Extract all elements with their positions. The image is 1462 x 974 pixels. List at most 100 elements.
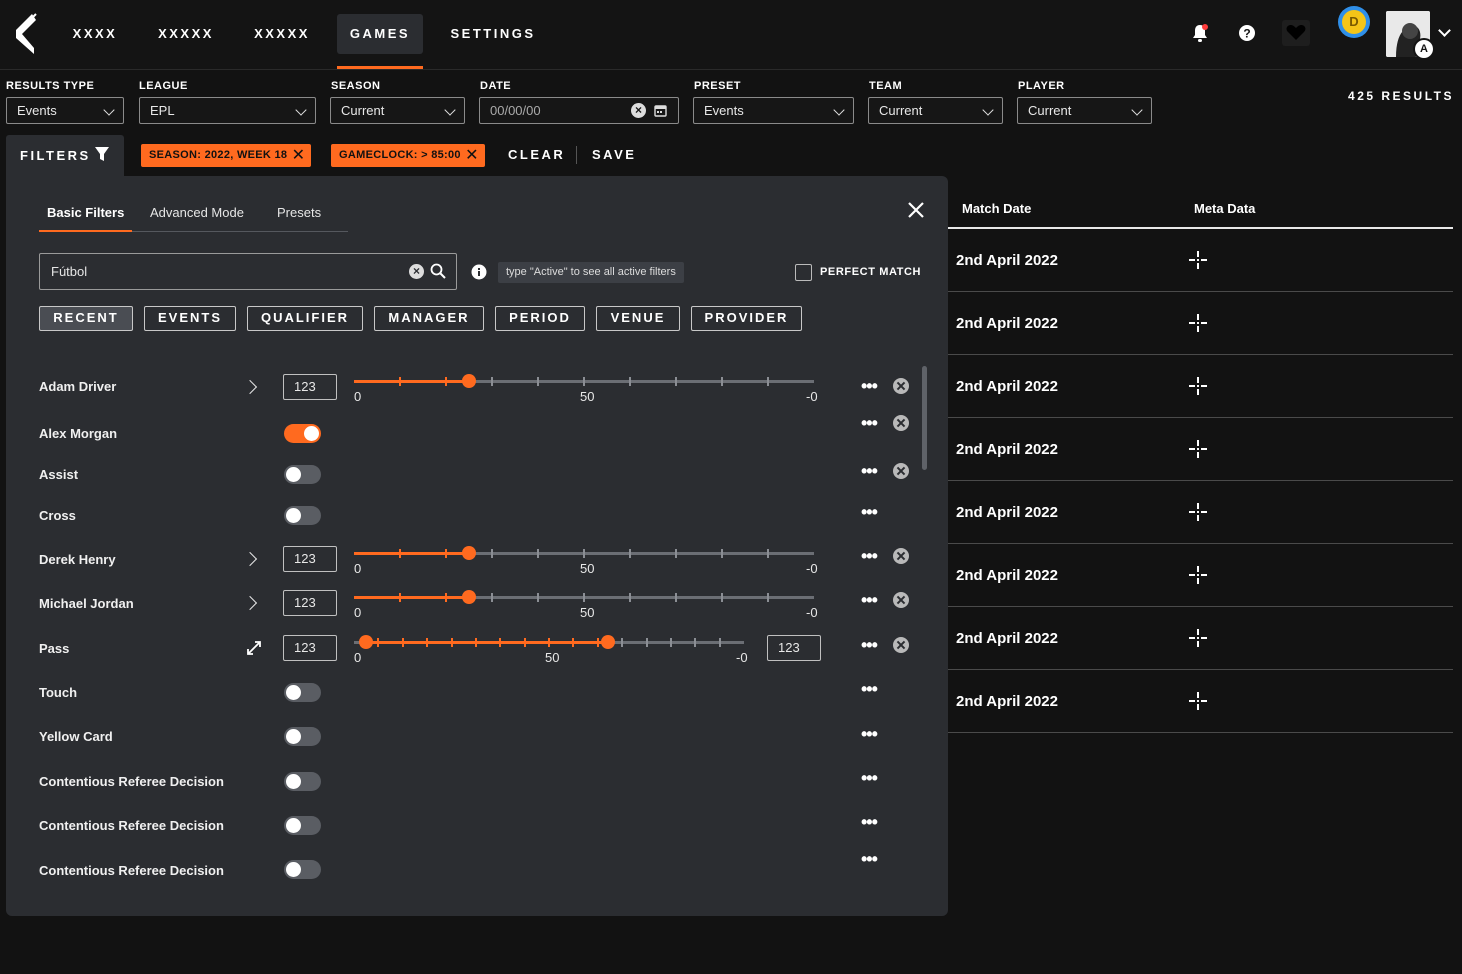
slider-thumb[interactable]: [462, 590, 476, 604]
slider-tick: [523, 638, 526, 647]
filter-toggle[interactable]: [284, 816, 321, 835]
table-header-divider: [948, 227, 1453, 229]
filter-search-input[interactable]: Fútbol: [39, 253, 457, 290]
close-icon[interactable]: [904, 198, 928, 222]
chevron-down-icon: [295, 104, 307, 116]
category-provider[interactable]: PROVIDER: [691, 306, 802, 331]
more-options-icon[interactable]: •••: [861, 503, 878, 521]
slider-thumb[interactable]: [462, 546, 476, 560]
results-type-label: RESULTS TYPE: [6, 80, 95, 92]
filter-value-input[interactable]: 123: [283, 590, 337, 616]
date-input[interactable]: 00/00/00: [479, 97, 679, 124]
metadata-crosshair-icon[interactable]: [1188, 439, 1208, 459]
tab-basic-filters[interactable]: Basic Filters: [47, 205, 124, 220]
notification-bell-icon[interactable]: [1190, 22, 1210, 44]
active-filter-chip-season[interactable]: SEASON: 2022, WEEK 18 ✕: [141, 144, 312, 167]
slider-tick: [629, 593, 631, 602]
info-icon[interactable]: [471, 264, 487, 280]
coin-icon[interactable]: D: [1338, 6, 1370, 38]
slider-tick: [401, 638, 404, 647]
filters-tab[interactable]: FILTERS: [6, 135, 124, 177]
slider-thumb-low[interactable]: [358, 635, 373, 649]
more-options-icon[interactable]: •••: [861, 769, 878, 787]
category-recent[interactable]: RECENT: [39, 306, 133, 331]
remove-filter-icon[interactable]: [893, 548, 909, 564]
results-type-select[interactable]: Events: [6, 97, 124, 124]
active-filter-chip-gameclock[interactable]: GAMECLOCK: > 85:00 ✕: [331, 144, 485, 167]
nav-item-settings[interactable]: SETTINGS: [443, 14, 543, 54]
panel-scrollbar[interactable]: [922, 366, 927, 470]
filter-toggle[interactable]: [284, 424, 321, 443]
more-options-icon[interactable]: •••: [861, 462, 878, 480]
metadata-crosshair-icon[interactable]: [1188, 376, 1208, 396]
nav-item-games[interactable]: GAMES: [337, 14, 423, 54]
metadata-crosshair-icon[interactable]: [1188, 502, 1208, 522]
category-events[interactable]: EVENTS: [144, 306, 236, 331]
clear-date-icon[interactable]: ×: [631, 103, 646, 118]
tab-presets[interactable]: Presets: [277, 205, 321, 220]
calendar-icon[interactable]: [654, 104, 667, 117]
column-header-meta-data[interactable]: Meta Data: [1194, 201, 1255, 216]
category-qualifier[interactable]: QUALIFIER: [247, 306, 363, 331]
filter-toggle[interactable]: [284, 506, 321, 525]
slider-min-label: 0: [354, 605, 362, 620]
more-options-icon[interactable]: •••: [861, 680, 878, 698]
expand-icon[interactable]: [246, 640, 262, 656]
category-venue[interactable]: VENUE: [596, 306, 680, 331]
more-options-icon[interactable]: •••: [861, 414, 878, 432]
clear-filters-button[interactable]: CLEAR: [508, 147, 565, 162]
remove-filter-icon[interactable]: [893, 378, 909, 394]
more-options-icon[interactable]: •••: [861, 547, 878, 565]
nav-item-2[interactable]: XXXXX: [150, 14, 222, 54]
remove-filter-icon[interactable]: [893, 637, 909, 653]
league-select[interactable]: EPL: [139, 97, 316, 124]
tab-advanced-mode[interactable]: Advanced Mode: [150, 205, 244, 220]
nav-item-3[interactable]: XXXXX: [246, 14, 318, 54]
slider-thumb-high[interactable]: [600, 635, 615, 649]
toggle-knob: [286, 818, 301, 833]
preset-select[interactable]: Events: [693, 97, 854, 124]
more-options-icon[interactable]: •••: [861, 850, 878, 868]
metadata-crosshair-icon[interactable]: [1188, 250, 1208, 270]
metadata-crosshair-icon[interactable]: [1188, 313, 1208, 333]
help-icon[interactable]: ?: [1238, 24, 1256, 42]
filter-toggle[interactable]: [284, 727, 321, 746]
filter-toggle[interactable]: [284, 772, 321, 791]
perfect-match-checkbox[interactable]: [795, 264, 812, 281]
nav-item-1[interactable]: XXXX: [64, 14, 126, 54]
remove-filter-icon[interactable]: [893, 463, 909, 479]
slider-thumb[interactable]: [462, 374, 476, 388]
remove-filter-icon[interactable]: [893, 592, 909, 608]
team-select[interactable]: Current: [868, 97, 1003, 124]
search-icon[interactable]: [430, 263, 446, 279]
filter-range-min-input[interactable]: 123: [283, 635, 337, 661]
remove-chip-icon[interactable]: ✕: [292, 144, 306, 167]
category-period[interactable]: PERIOD: [495, 306, 585, 331]
filter-toggle[interactable]: [284, 683, 321, 702]
slider-tick: [583, 549, 585, 558]
column-header-match-date[interactable]: Match Date: [962, 201, 1031, 216]
more-options-icon[interactable]: •••: [861, 636, 878, 654]
metadata-crosshair-icon[interactable]: [1188, 565, 1208, 585]
save-filters-button[interactable]: SAVE: [592, 147, 636, 162]
profile-badge: A: [1413, 38, 1435, 60]
more-options-icon[interactable]: •••: [861, 591, 878, 609]
filter-range-max-input[interactable]: 123: [767, 635, 821, 661]
filter-toggle[interactable]: [284, 860, 321, 879]
more-options-icon[interactable]: •••: [861, 813, 878, 831]
season-select[interactable]: Current: [330, 97, 465, 124]
heart-icon[interactable]: [1282, 20, 1310, 46]
metadata-crosshair-icon[interactable]: [1188, 691, 1208, 711]
app-logo[interactable]: [12, 12, 38, 56]
filter-toggle[interactable]: [284, 465, 321, 484]
clear-search-icon[interactable]: ×: [409, 264, 424, 279]
player-select[interactable]: Current: [1017, 97, 1152, 124]
metadata-crosshair-icon[interactable]: [1188, 628, 1208, 648]
filter-value-input[interactable]: 123: [283, 374, 337, 400]
filter-value-input[interactable]: 123: [283, 546, 337, 572]
more-options-icon[interactable]: •••: [861, 377, 878, 395]
remove-chip-icon[interactable]: ✕: [465, 144, 479, 167]
remove-filter-icon[interactable]: [893, 415, 909, 431]
category-manager[interactable]: MANAGER: [374, 306, 484, 331]
more-options-icon[interactable]: •••: [861, 725, 878, 743]
